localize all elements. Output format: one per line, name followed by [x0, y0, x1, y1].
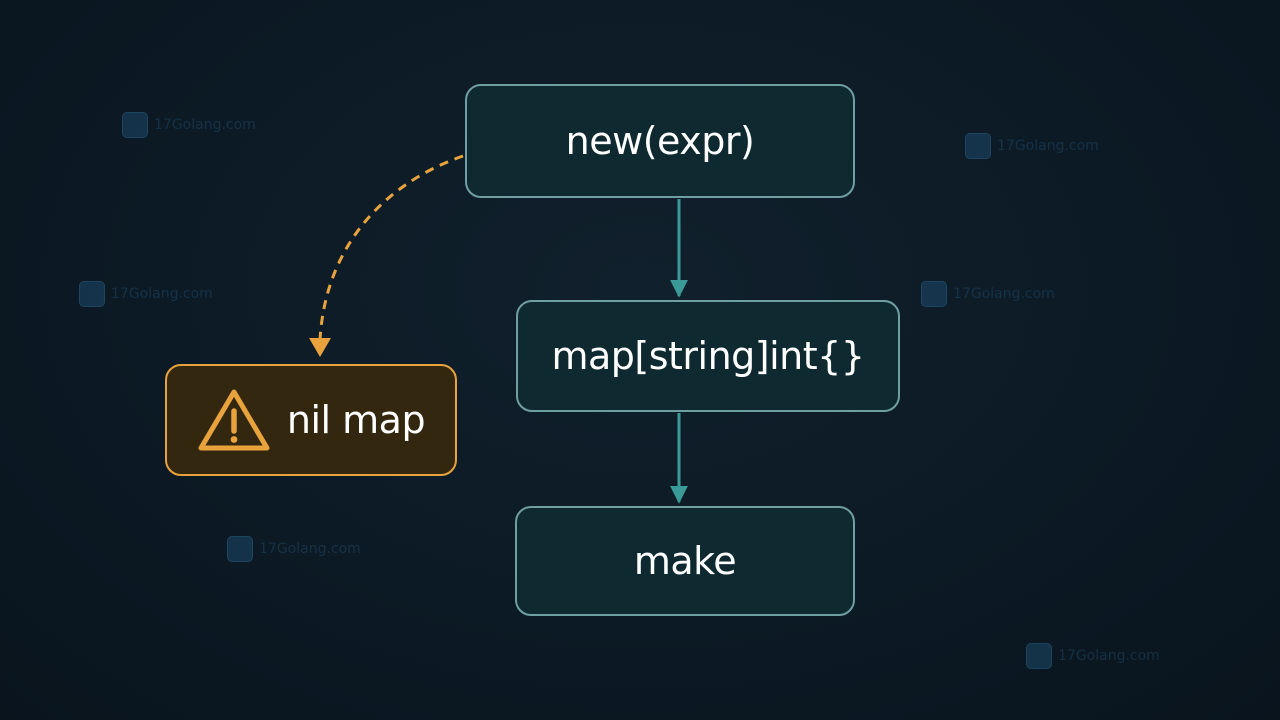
- watermark: 17Golang.com: [965, 133, 1099, 159]
- watermark-text: 17Golang.com: [154, 117, 256, 133]
- warning-triangle-icon: [198, 389, 270, 451]
- watermark-text: 17Golang.com: [1058, 648, 1160, 664]
- node-map-literal-label: map[string]int{}: [551, 334, 865, 378]
- watermark-logo-icon: [921, 281, 947, 307]
- node-new-expr: new(expr): [465, 84, 855, 198]
- watermark: 17Golang.com: [921, 281, 1055, 307]
- node-nil-map: nil map: [165, 364, 457, 476]
- watermark: 17Golang.com: [227, 536, 361, 562]
- watermark-text: 17Golang.com: [259, 541, 361, 557]
- node-new-expr-label: new(expr): [565, 119, 755, 163]
- watermark-text: 17Golang.com: [953, 286, 1055, 302]
- node-nil-map-label: nil map: [286, 398, 426, 442]
- watermark: 17Golang.com: [1026, 643, 1160, 669]
- watermark-text: 17Golang.com: [997, 138, 1099, 154]
- watermark-logo-icon: [965, 133, 991, 159]
- node-make-label: make: [633, 539, 737, 583]
- arrow-new-to-nil-map: [318, 154, 464, 341]
- arrow-head-nil-map: [309, 338, 331, 357]
- watermark: 17Golang.com: [79, 281, 213, 307]
- watermark-logo-icon: [1026, 643, 1052, 669]
- node-map-literal: map[string]int{}: [516, 300, 900, 412]
- node-make: make: [515, 506, 855, 616]
- watermark: 17Golang.com: [122, 112, 256, 138]
- watermark-logo-icon: [227, 536, 253, 562]
- watermark-logo-icon: [122, 112, 148, 138]
- watermark-text: 17Golang.com: [111, 286, 213, 302]
- watermark-logo-icon: [79, 281, 105, 307]
